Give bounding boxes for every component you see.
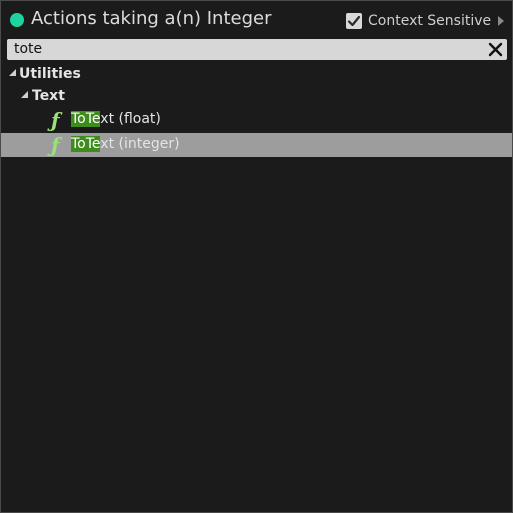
category-label: Utilities [19, 66, 81, 82]
action-item-label-rest: xt (float) [100, 111, 161, 127]
action-menu-panel: Actions taking a(n) Integer Context Sens… [0, 0, 513, 513]
search-match-highlight: ToTe [71, 111, 101, 127]
search-input-value[interactable]: tote [14, 41, 42, 57]
context-sensitive-toggle[interactable]: Context Sensitive [346, 11, 505, 31]
menu-title: Actions taking a(n) Integer [31, 8, 272, 29]
subcategory-label: Text [32, 88, 65, 104]
action-item-label: ToText (float) [71, 111, 161, 127]
expand-arrow-icon[interactable] [9, 69, 16, 76]
search-match-highlight: ToTe [71, 136, 101, 152]
action-item-totext-integer[interactable]: ƒ ToText (integer) [1, 133, 512, 157]
function-icon: ƒ [51, 133, 60, 157]
action-item-totext-float[interactable]: ƒ ToText (float) [1, 108, 512, 132]
expand-arrow-icon[interactable] [21, 91, 28, 98]
category-row-text[interactable]: Text [1, 85, 512, 109]
function-icon: ƒ [51, 108, 60, 132]
clear-search-icon[interactable] [488, 42, 503, 57]
category-row-utilities[interactable]: Utilities [1, 63, 512, 87]
action-item-label-rest: xt (integer) [100, 136, 180, 152]
search-input[interactable]: tote [7, 39, 507, 60]
action-item-label: ToText (integer) [71, 136, 180, 152]
chevron-right-icon[interactable] [498, 16, 505, 26]
checkmark-icon [347, 15, 361, 27]
action-menu-header: Actions taking a(n) Integer Context Sens… [1, 1, 512, 39]
context-sensitive-label: Context Sensitive [368, 13, 492, 29]
integer-pin-icon [10, 13, 24, 27]
context-sensitive-checkbox[interactable] [346, 13, 362, 29]
